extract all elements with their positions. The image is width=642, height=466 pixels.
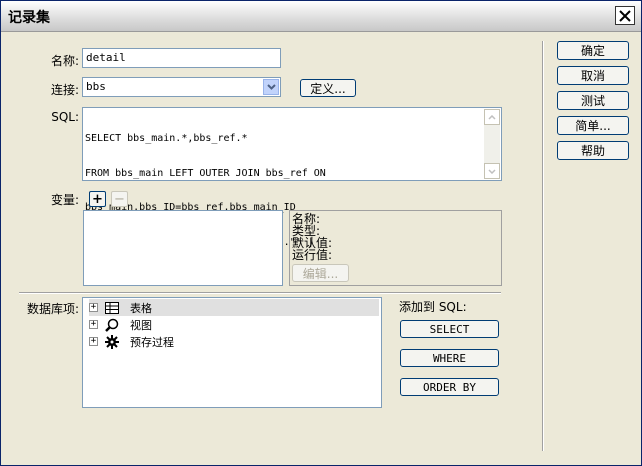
expand-icon[interactable]: + bbox=[89, 337, 98, 346]
tree-item-views[interactable]: + 视图 bbox=[89, 316, 379, 333]
table-icon bbox=[104, 301, 120, 315]
recordset-dialog: 记录集 名称: detail 连接: bbs 定义... SQL: SELECT… bbox=[0, 0, 642, 466]
tree-item-label: 视图 bbox=[130, 318, 152, 332]
sql-line: FROM bbs_main LEFT OUTER JOIN bbs_ref ON bbox=[85, 167, 326, 179]
database-tree[interactable]: + 表格 + 视图 + 预存过程 bbox=[82, 297, 382, 408]
connection-label: 连接: bbox=[50, 83, 79, 97]
scroll-down-button[interactable] bbox=[484, 163, 500, 179]
tree-item-tables[interactable]: + 表格 bbox=[89, 299, 379, 316]
ok-button[interactable]: 确定 bbox=[557, 41, 629, 60]
database-items-label: 数据库项: bbox=[26, 302, 79, 316]
sql-textarea[interactable]: SELECT bbs_main.*,bbs_ref.* FROM bbs_mai… bbox=[82, 107, 502, 248]
sql-scrollbar[interactable] bbox=[484, 109, 500, 179]
close-icon bbox=[619, 9, 631, 22]
variables-label: 变量: bbox=[50, 193, 79, 207]
chevron-down-icon bbox=[266, 84, 276, 90]
view-icon bbox=[104, 318, 120, 332]
close-button[interactable] bbox=[615, 6, 635, 25]
select-button[interactable]: SELECT bbox=[400, 320, 499, 338]
variable-properties-panel: 名称: 类型: 默认值: 运行值: 编辑... bbox=[289, 210, 502, 286]
section-divider bbox=[19, 292, 501, 294]
sql-line: SELECT bbs_main.*,bbs_ref.* bbox=[85, 133, 248, 144]
tree-item-stored-procedures[interactable]: + 预存过程 bbox=[89, 333, 379, 350]
add-to-sql-label: 添加到 SQL: bbox=[399, 300, 467, 314]
window-title: 记录集 bbox=[8, 10, 50, 26]
order-by-button[interactable]: ORDER BY bbox=[400, 378, 499, 396]
tree-item-label: 表格 bbox=[130, 301, 152, 315]
help-button[interactable]: 帮助 bbox=[557, 141, 629, 160]
title-bar[interactable]: 记录集 bbox=[1, 1, 641, 32]
where-button[interactable]: WHERE bbox=[400, 349, 499, 367]
remove-variable-button[interactable]: − bbox=[111, 191, 128, 207]
chevron-down-icon bbox=[488, 168, 496, 174]
connection-select-value: bbs bbox=[86, 80, 106, 93]
vertical-divider bbox=[542, 41, 544, 451]
expand-icon[interactable]: + bbox=[89, 303, 98, 312]
tree-item-label: 预存过程 bbox=[130, 335, 174, 349]
add-variable-button[interactable]: + bbox=[89, 191, 106, 207]
dropdown-button[interactable] bbox=[263, 79, 279, 95]
test-button[interactable]: 测试 bbox=[557, 91, 629, 110]
scroll-up-button[interactable] bbox=[484, 109, 500, 125]
cancel-button[interactable]: 取消 bbox=[557, 66, 629, 85]
name-input[interactable]: detail bbox=[82, 48, 281, 68]
prop-runtime-label: 运行值: bbox=[292, 248, 333, 262]
stored-procedure-icon bbox=[104, 334, 120, 349]
sql-label: SQL: bbox=[51, 110, 79, 124]
chevron-up-icon bbox=[488, 114, 496, 120]
define-button[interactable]: 定义... bbox=[300, 79, 356, 97]
expand-icon[interactable]: + bbox=[89, 320, 98, 329]
simple-button[interactable]: 简单... bbox=[557, 116, 629, 135]
edit-button[interactable]: 编辑... bbox=[292, 264, 349, 282]
variables-list[interactable] bbox=[83, 210, 283, 286]
name-label: 名称: bbox=[50, 54, 79, 68]
connection-select[interactable]: bbs bbox=[82, 77, 281, 97]
